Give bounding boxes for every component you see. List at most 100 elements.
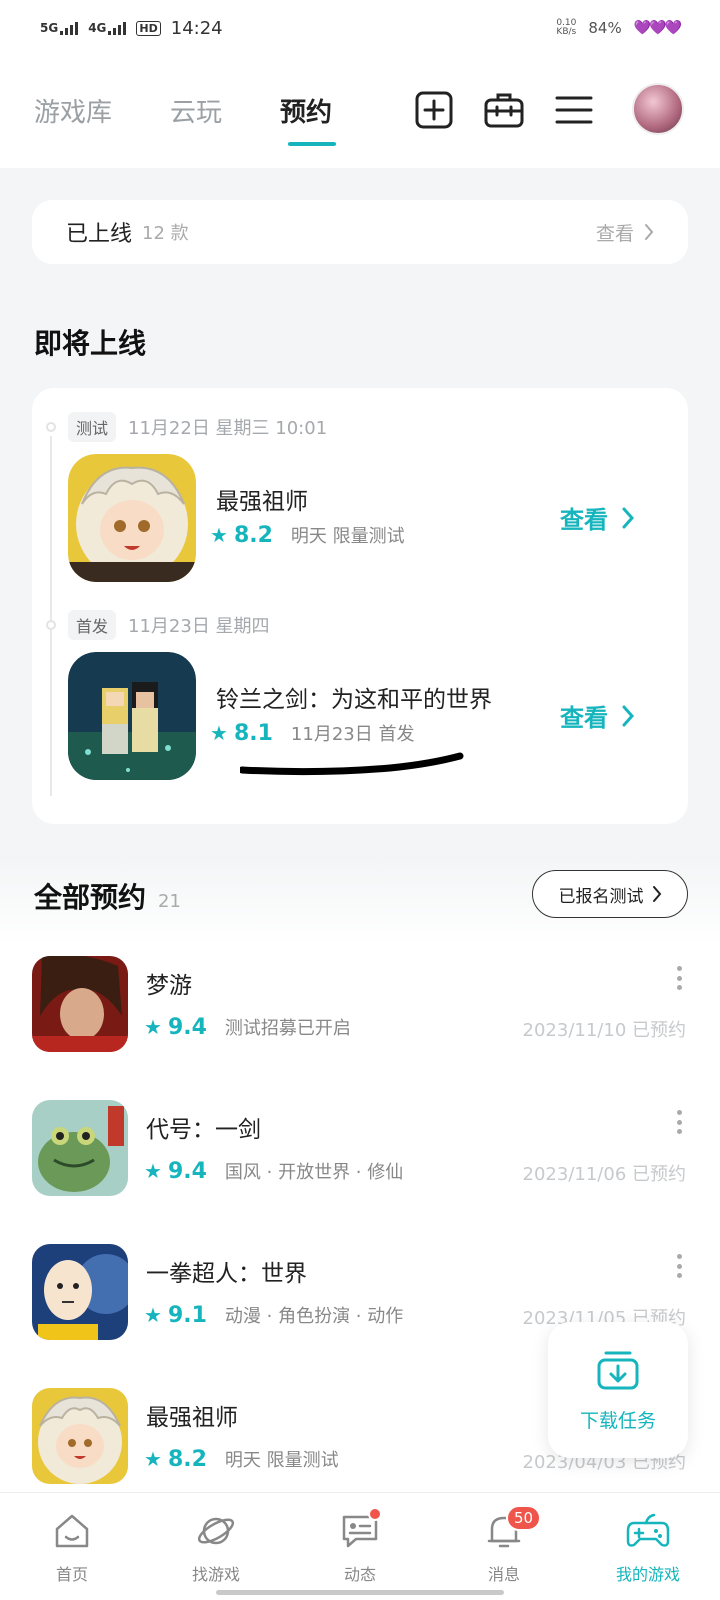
- signal-5g: 5G: [40, 21, 79, 35]
- star-icon: ★: [210, 721, 228, 745]
- reservation-rating-row: ★ 8.2 明天 限量测试: [144, 1446, 339, 1472]
- upcoming-game-name[interactable]: 最强祖师: [216, 482, 308, 516]
- clock: 14:24: [170, 17, 223, 39]
- active-tab-indicator: [288, 142, 336, 146]
- bottom-nav-my-games[interactable]: 我的游戏: [576, 1493, 720, 1600]
- star-icon: ★: [144, 1303, 162, 1327]
- reservation-rating-row: ★ 9.4 测试招募已开启: [144, 1014, 351, 1040]
- registered-test-label: 已报名测试: [558, 886, 644, 907]
- network-speed: 0.10 KB/s: [556, 19, 576, 37]
- game-meta: 测试招募已开启: [224, 1018, 351, 1039]
- bottom-nav: 首页 找游戏 动态 50 消息 我的游戏: [0, 1492, 720, 1600]
- all-reservations-title: 全部预约 21: [34, 876, 181, 916]
- upcoming-tag: 首发: [68, 610, 117, 640]
- upcoming-date: 11月22日 星期三 10:01: [128, 418, 328, 439]
- bottom-nav-label: 动态: [343, 1565, 376, 1584]
- signal-4g: 4G: [88, 21, 127, 35]
- bottom-nav-home[interactable]: 首页: [0, 1493, 144, 1600]
- star-icon: ★: [144, 1159, 162, 1183]
- bottom-nav-feed[interactable]: 动态: [288, 1493, 432, 1600]
- tab-cloud-play[interactable]: 云玩: [170, 92, 222, 129]
- online-games-card[interactable]: 已上线 12 款 查看: [32, 200, 688, 264]
- timeline-line: [50, 436, 52, 796]
- chevron-right-icon: [645, 224, 654, 240]
- reservation-game-name: 最强祖师: [146, 1405, 238, 1431]
- reservation-rating-row: ★ 9.4 国风 · 开放世界 · 修仙: [144, 1158, 403, 1184]
- game-meta: 11月23日 首发: [290, 724, 415, 745]
- chevron-right-icon: [622, 507, 634, 528]
- upcoming-title: 即将上线: [34, 327, 147, 360]
- tab-game-library[interactable]: 游戏库: [34, 92, 112, 129]
- battery-hearts-icon: 💜💜💜: [633, 20, 682, 36]
- reservation-item[interactable]: 梦游 ★ 9.4 测试招募已开启 2023/11/10 已预约: [32, 956, 688, 1056]
- add-icon[interactable]: [414, 90, 454, 130]
- reservation-game-name: 梦游: [146, 973, 192, 999]
- all-reservations-count: 21: [158, 891, 181, 912]
- star-icon: ★: [144, 1015, 162, 1039]
- top-nav: 游戏库 云玩 预约: [0, 56, 720, 168]
- game-score: 9.4: [167, 1158, 207, 1184]
- more-options-icon[interactable]: [676, 1110, 682, 1134]
- online-count: 12 款: [142, 223, 189, 244]
- gamepad-icon: [626, 1513, 670, 1547]
- game-score: 8.2: [233, 522, 273, 548]
- upcoming-date-row: 首发 11月23日 星期四: [68, 610, 270, 640]
- game-score: 9.4: [167, 1014, 207, 1040]
- upcoming-date-row: 测试 11月22日 星期三 10:01: [68, 412, 327, 442]
- more-options-icon[interactable]: [676, 966, 682, 990]
- all-reservations-title-text: 全部预约: [34, 881, 147, 914]
- hd-icon: HD: [136, 20, 161, 36]
- battery-percent: 84%: [588, 19, 622, 37]
- more-options-icon[interactable]: [676, 1254, 682, 1278]
- bottom-nav-label: 找游戏: [191, 1565, 240, 1584]
- message-count-badge: 50: [506, 1505, 542, 1531]
- reservation-date: 2023/11/10 已预约: [522, 1020, 686, 1041]
- signal-bars-icon: [60, 21, 79, 35]
- bottom-nav-messages[interactable]: 50 消息: [432, 1493, 576, 1600]
- toolbox-icon[interactable]: [484, 90, 524, 130]
- timeline-dot: [46, 422, 56, 432]
- upcoming-card: 测试 11月22日 星期三 10:01 最强祖师 ★ 8.2 明天 限量测试 查…: [32, 388, 688, 824]
- registered-test-button[interactable]: 已报名测试: [532, 870, 688, 918]
- star-icon: ★: [210, 523, 228, 547]
- game-score: 8.1: [233, 720, 273, 746]
- status-right: 0.10 KB/s 84% 💜💜💜: [556, 19, 682, 38]
- game-icon-yiquan-chaoren: [32, 1244, 128, 1340]
- tab-reservations[interactable]: 预约: [280, 92, 332, 129]
- game-score: 9.1: [167, 1302, 207, 1328]
- upcoming-tag: 测试: [68, 412, 117, 442]
- online-view-link[interactable]: 查看: [596, 219, 654, 246]
- bottom-nav-label: 我的游戏: [615, 1565, 680, 1584]
- online-label: 已上线: [66, 222, 133, 247]
- upcoming-view-button[interactable]: 查看: [560, 500, 634, 535]
- reservation-game-name: 代号：一剑: [146, 1117, 261, 1143]
- bottom-nav-find-games[interactable]: 找游戏: [144, 1493, 288, 1600]
- game-icon-mengyou: [32, 956, 128, 1052]
- reservation-date: 2023/11/06 已预约: [522, 1164, 686, 1185]
- download-tray-icon: [597, 1351, 639, 1389]
- bottom-nav-label: 首页: [55, 1565, 88, 1584]
- home-icon: [55, 1514, 89, 1548]
- game-icon-zuiqiang-zushi: [32, 1388, 128, 1484]
- net2-label: 4G: [88, 21, 107, 35]
- reservation-item[interactable]: 代号：一剑 ★ 9.4 国风 · 开放世界 · 修仙 2023/11/06 已预…: [32, 1100, 688, 1200]
- upcoming-rating-row: ★ 8.2 明天 限量测试: [210, 522, 405, 548]
- upcoming-game-name[interactable]: 铃兰之剑：为这和平的世界: [216, 680, 492, 714]
- game-icon-daihao-yijian: [32, 1100, 128, 1196]
- view-button-label: 查看: [560, 506, 608, 534]
- user-avatar[interactable]: [632, 83, 684, 135]
- game-icon-linglan-zhijian[interactable]: [68, 652, 196, 780]
- home-indicator: [216, 1590, 504, 1595]
- download-tasks-button[interactable]: 下载任务: [548, 1322, 688, 1458]
- upcoming-view-button[interactable]: 查看: [560, 698, 634, 733]
- menu-icon[interactable]: [554, 90, 594, 130]
- status-left: 5G 4G HD 14:24: [40, 18, 223, 39]
- download-tasks-label: 下载任务: [579, 1409, 656, 1432]
- game-meta: 明天 限量测试: [224, 1450, 339, 1471]
- net1-label: 5G: [40, 21, 59, 35]
- upcoming-rating-row: ★ 8.1 11月23日 首发: [210, 720, 414, 746]
- chevron-right-icon: [652, 886, 661, 902]
- online-view-label: 查看: [595, 222, 634, 245]
- game-icon-zuiqiang-zushi[interactable]: [68, 454, 196, 582]
- star-icon: ★: [144, 1447, 162, 1471]
